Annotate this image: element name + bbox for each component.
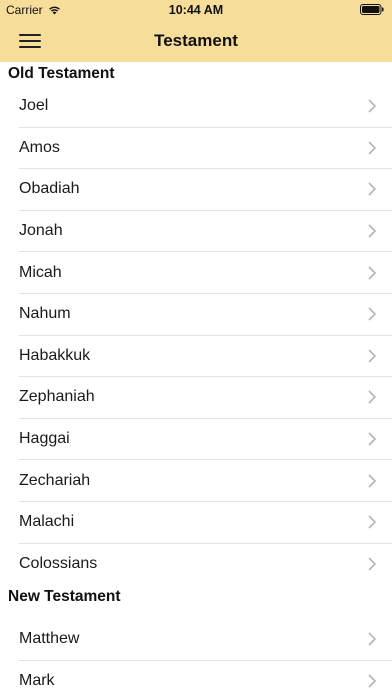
list-item-haggai[interactable]: Haggai (19, 419, 392, 461)
list-item-mark[interactable]: Mark (19, 661, 392, 696)
list-item-label: Mark (19, 672, 55, 690)
chevron-right-icon (368, 390, 376, 405)
section-header-new-testament: New Testament (0, 585, 392, 620)
list-item-amos[interactable]: Amos (19, 128, 392, 170)
list-item-label: Amos (19, 138, 60, 156)
list-item-zechariah[interactable]: Zechariah (19, 460, 392, 502)
list-item-label: Haggai (19, 430, 70, 448)
chevron-right-icon (368, 99, 376, 113)
list-item-colossians[interactable]: Colossians (19, 544, 392, 586)
list-item-label: Nahum (19, 305, 71, 323)
list-item-zephaniah[interactable]: Zephaniah (19, 377, 392, 419)
list-item-label: Zechariah (19, 471, 91, 489)
book-list: Old Testament Joel Amos Obadiah Jonah Mi… (0, 62, 392, 696)
list-item-obadiah[interactable]: Obadiah (19, 169, 392, 211)
status-time: 10:44 AM (168, 3, 224, 17)
list-item-label: Matthew (19, 630, 80, 648)
list-item-malachi[interactable]: Malachi (19, 502, 392, 544)
navigation-bar: Testament (0, 20, 392, 62)
chevron-right-icon (368, 349, 376, 363)
chevron-right-icon (368, 224, 376, 238)
app-screen: Carrier 10:44 AM Testament Old Testament… (0, 0, 392, 696)
battery-icon (360, 4, 384, 15)
chevron-right-icon (368, 182, 376, 197)
list-item-label: Zephaniah (19, 388, 95, 406)
list-item-habakkuk[interactable]: Habakkuk (19, 336, 392, 378)
list-item-joel[interactable]: Joel (19, 86, 392, 128)
chevron-right-icon (368, 474, 376, 488)
chevron-right-icon (368, 432, 376, 446)
chevron-right-icon (368, 266, 376, 280)
chevron-right-icon (368, 632, 376, 646)
section-header-old-testament: Old Testament (0, 62, 392, 86)
list-item-label: Jonah (19, 222, 63, 240)
chevron-right-icon (368, 674, 376, 688)
list-item-label: Habakkuk (19, 346, 91, 364)
list-item-label: Obadiah (19, 180, 80, 198)
top-bar: Carrier 10:44 AM Testament (0, 0, 392, 62)
chevron-right-icon (368, 557, 376, 571)
page-title: Testament (154, 31, 238, 50)
list-item-label: Micah (19, 263, 62, 281)
list-item-label: Malachi (19, 513, 75, 531)
list-item-label: Joel (19, 97, 49, 115)
list-item-jonah[interactable]: Jonah (19, 211, 392, 253)
chevron-right-icon (368, 515, 376, 529)
chevron-right-icon (368, 307, 376, 321)
chevron-right-icon (368, 141, 376, 155)
list-item-matthew[interactable]: Matthew (19, 619, 392, 661)
list-item-micah[interactable]: Micah (19, 252, 392, 294)
list-item-nahum[interactable]: Nahum (19, 294, 392, 336)
list-item-label: Colossians (19, 555, 98, 573)
status-bar: Carrier 10:44 AM (0, 0, 392, 20)
